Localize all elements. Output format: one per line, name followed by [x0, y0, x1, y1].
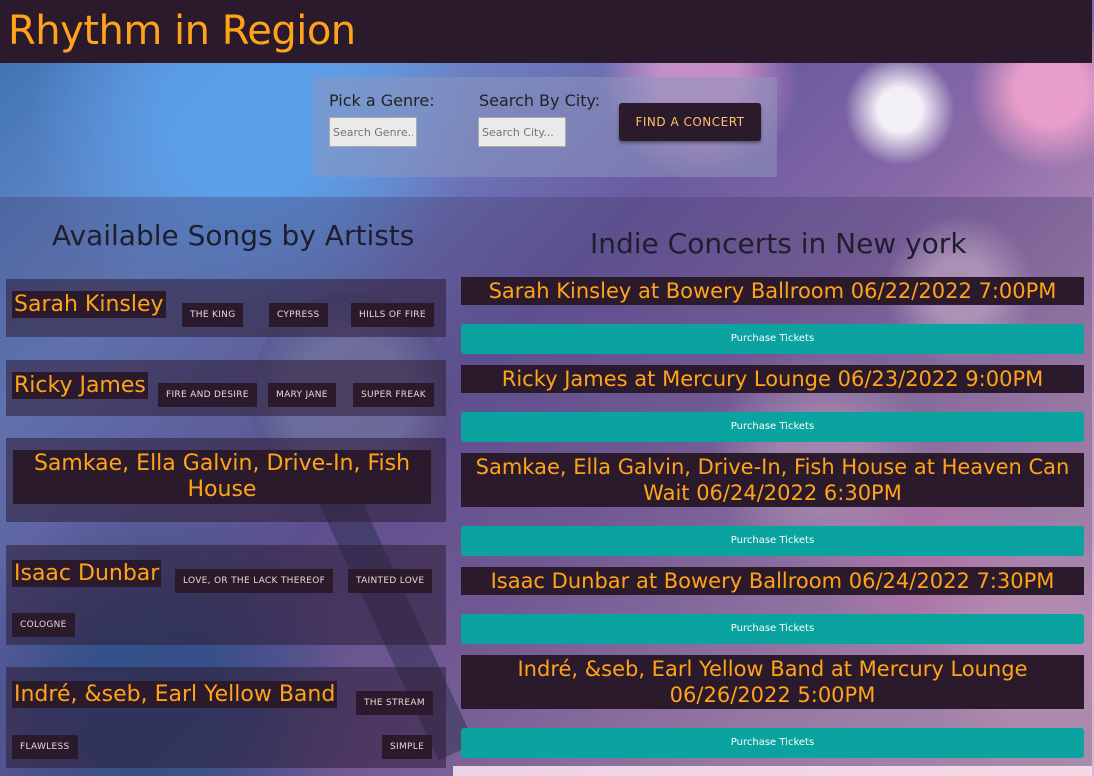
genre-label: Pick a Genre:: [329, 91, 435, 110]
song-button[interactable]: TAINTED LOVE: [348, 569, 433, 593]
song-button[interactable]: CYPRESS: [269, 303, 328, 327]
site-header: Rhythm in Region: [0, 0, 1092, 63]
song-button[interactable]: HILLS OF FIRE: [351, 303, 434, 327]
song-button[interactable]: THE KING: [182, 303, 244, 327]
purchase-tickets-button[interactable]: Purchase Tickets: [461, 614, 1084, 644]
concert-title: Sarah Kinsley at Bowery Ballroom 06/22/2…: [461, 277, 1084, 305]
songs-section-title: Available Songs by Artists: [52, 219, 415, 252]
purchase-tickets-button[interactable]: Purchase Tickets: [461, 412, 1084, 442]
artist-name: Isaac Dunbar: [12, 560, 162, 587]
concert-title: Isaac Dunbar at Bowery Ballroom 06/24/20…: [461, 567, 1084, 595]
song-button[interactable]: SIMPLE: [382, 735, 433, 759]
artist-card: Isaac Dunbar LOVE, OR THE LACK THEREOF T…: [6, 545, 446, 645]
song-button[interactable]: COLOGNE: [12, 613, 75, 637]
purchase-tickets-button[interactable]: Purchase Tickets: [461, 728, 1084, 758]
song-button[interactable]: FLAWLESS: [12, 735, 78, 759]
purchase-tickets-button[interactable]: Purchase Tickets: [461, 324, 1084, 354]
city-label: Search By City:: [479, 91, 601, 110]
artist-card: Sarah Kinsley THE KING CYPRESS HILLS OF …: [6, 279, 446, 337]
bottom-strip: [453, 766, 1092, 776]
artist-name: Samkae, Ella Galvin, Drive-In, Fish Hous…: [13, 450, 431, 504]
concerts-section-title: Indie Concerts in New york: [590, 227, 967, 260]
city-search-input[interactable]: [478, 117, 566, 147]
song-button[interactable]: SUPER FREAK: [353, 383, 435, 407]
artist-card: Samkae, Ella Galvin, Drive-In, Fish Hous…: [6, 438, 446, 522]
song-button[interactable]: LOVE, OR THE LACK THEREOF: [175, 569, 334, 593]
concert-title: Samkae, Ella Galvin, Drive-In, Fish Hous…: [461, 453, 1084, 507]
purchase-tickets-button[interactable]: Purchase Tickets: [461, 526, 1084, 556]
artist-name: Indré, &seb, Earl Yellow Band: [12, 681, 338, 708]
artist-name: Ricky James: [12, 372, 148, 399]
artist-card: Ricky James FIRE AND DESIRE MARY JANE SU…: [6, 360, 446, 416]
song-button[interactable]: THE STREAM: [356, 691, 433, 715]
concert-title: Ricky James at Mercury Lounge 06/23/2022…: [461, 365, 1084, 393]
song-button[interactable]: FIRE AND DESIRE: [158, 383, 257, 407]
genre-search-input[interactable]: [329, 117, 417, 147]
artist-card: Indré, &seb, Earl Yellow Band THE STREAM…: [6, 667, 446, 768]
find-concert-button[interactable]: FIND A CONCERT: [619, 103, 761, 141]
artist-name: Sarah Kinsley: [12, 291, 166, 318]
concert-title: Indré, &seb, Earl Yellow Band at Mercury…: [461, 655, 1084, 709]
search-panel: Pick a Genre: Search By City: FIND A CON…: [313, 77, 777, 177]
site-title: Rhythm in Region: [8, 8, 356, 54]
song-button[interactable]: MARY JANE: [268, 383, 336, 407]
